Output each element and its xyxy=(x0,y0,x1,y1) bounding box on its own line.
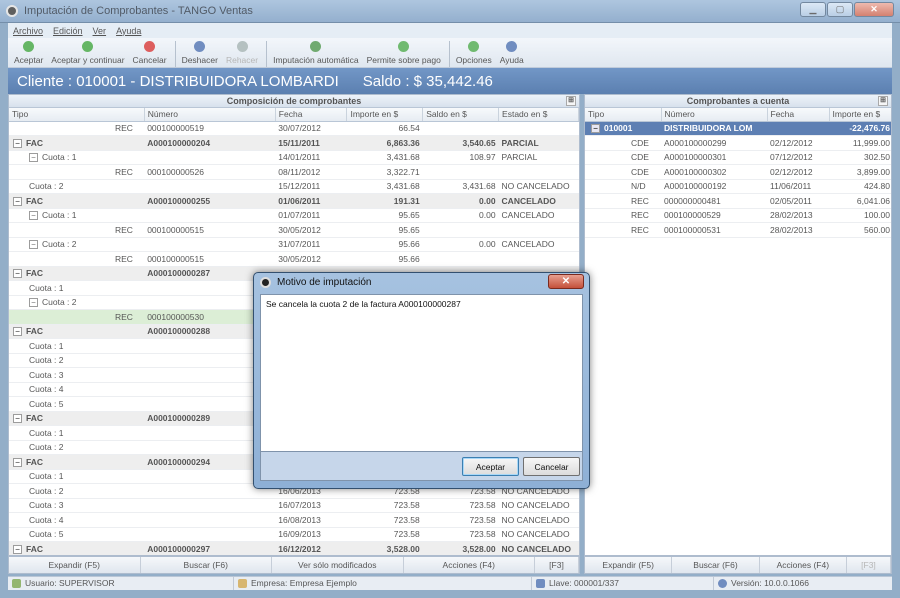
dialog-titlebar: Motivo de imputación xyxy=(254,273,589,292)
dialog-button-bar: Aceptar Cancelar xyxy=(260,452,583,481)
dialog-close-button[interactable]: ✕ xyxy=(548,274,584,289)
app-icon xyxy=(260,277,271,288)
cancel-button[interactable]: Cancelar xyxy=(523,457,580,476)
accept-button[interactable]: Aceptar xyxy=(462,457,519,476)
dialog-title: Motivo de imputación xyxy=(277,277,372,288)
reason-textarea[interactable]: Se cancela la cuota 2 de la factura A000… xyxy=(260,294,583,452)
reason-dialog: Motivo de imputación ✕ Se cancela la cuo… xyxy=(253,272,590,489)
